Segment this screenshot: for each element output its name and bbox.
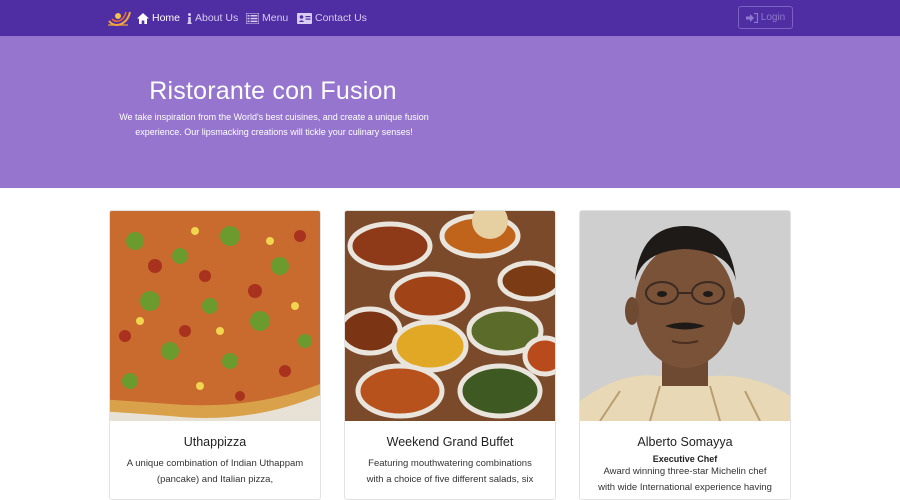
list-icon — [246, 12, 259, 24]
card-title: Alberto Somayya — [637, 435, 733, 449]
nav-home-label: Home — [152, 12, 181, 24]
card-subtitle: Executive Chef — [652, 454, 718, 464]
chef-photo — [580, 211, 790, 421]
nav-menu-label: Menu — [262, 12, 289, 24]
nav-contact-us[interactable]: Contact Us — [297, 10, 367, 26]
card-title: Uthappizza — [183, 435, 247, 449]
nav-menu[interactable]: Menu — [246, 10, 288, 26]
sign-in-icon — [745, 12, 758, 23]
hero-title: Ristorante con Fusion — [149, 77, 397, 105]
address-card-icon — [297, 12, 312, 24]
login-button[interactable]: Login — [738, 6, 793, 29]
buffet-image — [345, 211, 555, 421]
home-icon — [137, 12, 149, 24]
dish-card[interactable]: Uthappizza A unique combination of India… — [109, 210, 321, 500]
info-icon — [187, 12, 192, 24]
nav-home[interactable]: Home — [137, 10, 180, 26]
nav-about-label: About Us — [195, 12, 239, 24]
card-title: Weekend Grand Buffet — [386, 435, 514, 449]
uthappizza-image — [110, 211, 320, 421]
hero-description: We take inspiration from the World's bes… — [119, 112, 429, 137]
dish-card[interactable]: Weekend Grand Buffet Featuring mouthwate… — [344, 210, 556, 500]
card-text: Featuring mouthwatering combinations wit… — [366, 458, 534, 485]
restaurant-logo-icon[interactable] — [106, 7, 132, 29]
card-text: Award winning three-star Michelin chef w… — [598, 466, 772, 493]
login-label: Login — [760, 12, 786, 23]
nav-about-us[interactable]: About Us — [187, 10, 238, 26]
card-text: A unique combination of Indian Uthappam … — [126, 458, 304, 485]
nav-contact-label: Contact Us — [315, 12, 367, 24]
navbar: Home About Us Menu Contact Us Login — [0, 0, 900, 36]
leader-card[interactable]: Alberto Somayya Executive Chef Award win… — [579, 210, 791, 500]
